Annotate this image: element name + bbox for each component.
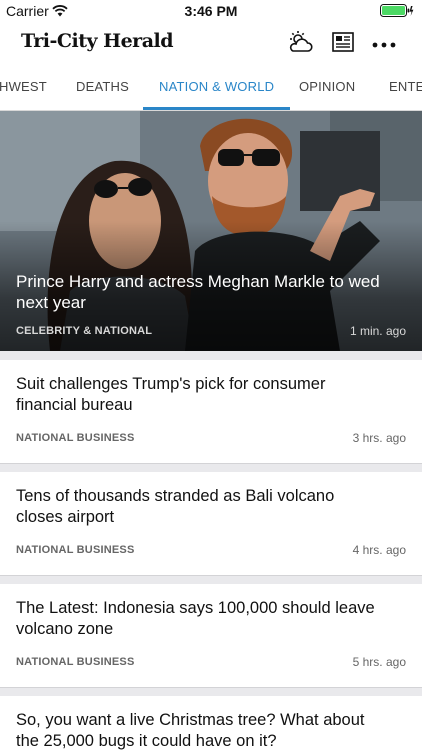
newspaper-icon xyxy=(332,31,354,57)
article-category: NATIONAL BUSINESS xyxy=(16,544,135,556)
article-card[interactable]: Tens of thousands stranded as Bali volca… xyxy=(0,472,422,576)
article-timestamp: 5 hrs. ago xyxy=(352,655,406,669)
article-card[interactable]: The Latest: Indonesia says 100,000 shoul… xyxy=(0,584,422,688)
more-button[interactable] xyxy=(368,28,400,60)
app-header: Tri-City Herald xyxy=(0,22,422,66)
status-bar: Carrier 3:46 PM xyxy=(0,0,422,22)
tab-northwest[interactable]: HWEST xyxy=(0,66,47,110)
article-headline[interactable]: The Latest: Indonesia says 100,000 shoul… xyxy=(16,598,382,640)
site-logo[interactable]: Tri-City Herald xyxy=(21,30,174,52)
article-category: NATIONAL BUSINESS xyxy=(16,656,135,668)
article-headline[interactable]: Tens of thousands stranded as Bali volca… xyxy=(16,486,382,528)
more-icon xyxy=(372,35,396,53)
article-card[interactable]: So, you want a live Christmas tree? What… xyxy=(0,696,422,750)
app-screen: Carrier 3:46 PM Tri-City Herald HWEST DE… xyxy=(0,0,422,750)
hero-timestamp: 1 min. ago xyxy=(349,324,406,338)
clock: 3:46 PM xyxy=(184,3,238,19)
article-category: NATIONAL BUSINESS xyxy=(16,432,135,444)
e-edition-button[interactable] xyxy=(327,28,359,60)
article-card[interactable]: Suit challenges Trump's pick for consume… xyxy=(0,360,422,464)
hero-category: CELEBRITY & NATIONAL xyxy=(16,325,153,337)
hero-story[interactable]: Prince Harry and actress Meghan Markle t… xyxy=(0,111,422,351)
tab-deaths[interactable]: DEATHS xyxy=(76,66,129,110)
tab-entertainment[interactable]: ENTER xyxy=(389,66,422,110)
weather-icon xyxy=(286,30,314,59)
hero-headline[interactable]: Prince Harry and actress Meghan Markle t… xyxy=(16,271,382,313)
battery-icon xyxy=(380,4,414,23)
section-tabs: HWEST DEATHS NATION & WORLD OPINION ENTE… xyxy=(0,66,422,111)
article-headline[interactable]: Suit challenges Trump's pick for consume… xyxy=(16,374,382,416)
weather-button[interactable] xyxy=(284,28,316,60)
article-timestamp: 4 hrs. ago xyxy=(352,543,406,557)
article-timestamp: 3 hrs. ago xyxy=(352,431,406,445)
tab-opinion[interactable]: OPINION xyxy=(299,66,355,110)
article-headline[interactable]: So, you want a live Christmas tree? What… xyxy=(16,710,382,750)
tab-nation-world[interactable]: NATION & WORLD xyxy=(142,66,291,110)
